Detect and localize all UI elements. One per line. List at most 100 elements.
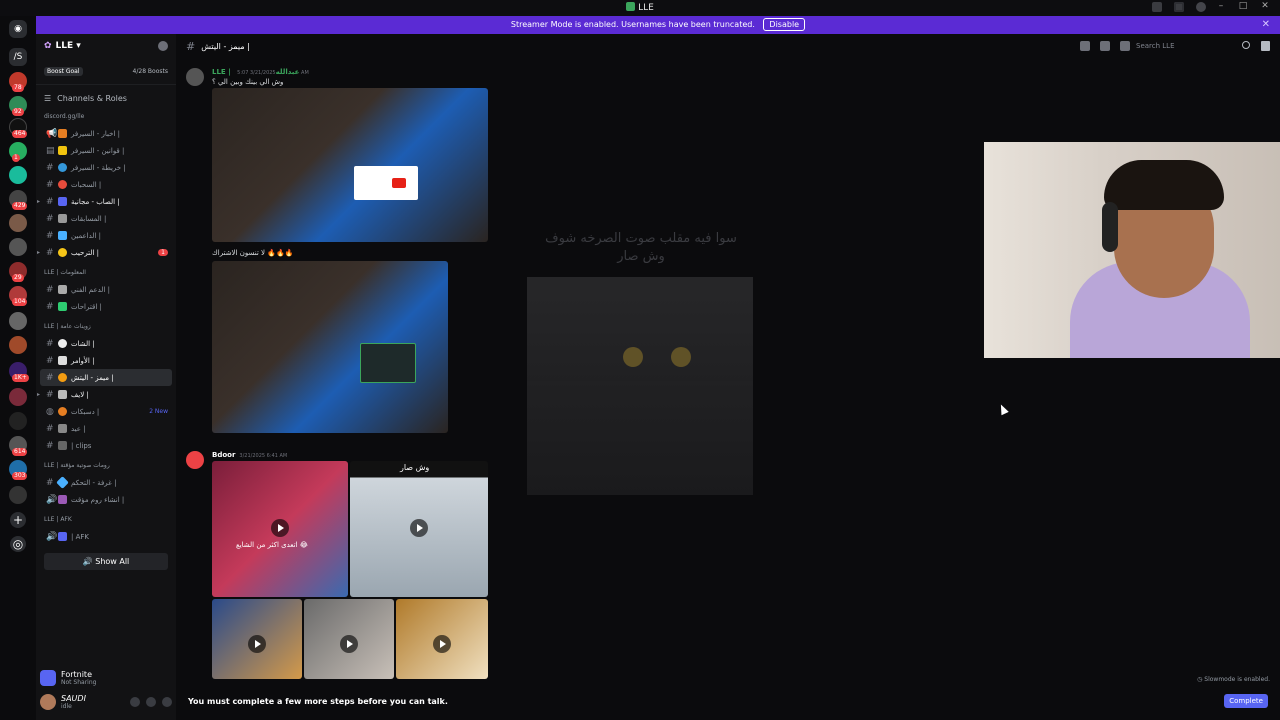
home-button[interactable]: ◉ bbox=[9, 20, 27, 38]
hash-icon: # bbox=[46, 477, 54, 488]
avatar[interactable] bbox=[40, 694, 56, 710]
pin-icon[interactable] bbox=[1120, 41, 1130, 51]
diamond-icon bbox=[58, 231, 67, 240]
category-voice[interactable]: LLE | رومات صوتية مؤقتة bbox=[36, 458, 176, 474]
emoji-icon bbox=[58, 146, 67, 155]
hash-icon: # bbox=[46, 179, 54, 190]
server-icon[interactable] bbox=[9, 166, 27, 184]
gear-icon[interactable] bbox=[162, 697, 172, 707]
activity-name: Fortnite bbox=[61, 670, 92, 679]
message-author[interactable]: Bdoor 3/21/2025 6:41 AM bbox=[212, 451, 287, 459]
server-badge: 29 bbox=[12, 274, 24, 282]
explore-servers-button[interactable]: ◎ bbox=[10, 536, 26, 552]
category-info[interactable]: LLE | المعلومات bbox=[36, 265, 176, 281]
pin-icon[interactable] bbox=[1152, 2, 1162, 12]
threads-icon[interactable] bbox=[1080, 41, 1090, 51]
play-icon[interactable] bbox=[271, 519, 289, 537]
category-afk[interactable]: LLE | AFK bbox=[36, 512, 176, 528]
image-attachment[interactable] bbox=[212, 88, 488, 242]
channel-item[interactable]: 📢 اخبار - السيرفر | bbox=[36, 125, 176, 142]
maximize-button[interactable]: □ bbox=[1232, 1, 1254, 11]
play-icon[interactable] bbox=[248, 635, 266, 653]
channel-item[interactable]: # الشات | bbox=[36, 335, 176, 352]
show-all-button[interactable]: 🔊 Show All bbox=[44, 553, 168, 570]
boost-bar[interactable]: Boost Goal 4/28 Boosts bbox=[44, 64, 168, 78]
server-name[interactable]: ✿ LLE ▾ bbox=[44, 41, 81, 51]
channel-item[interactable]: ▤ قوانين - السيرفر | bbox=[36, 142, 176, 159]
plus-icon bbox=[58, 495, 67, 504]
video-attachment[interactable]: وش صار bbox=[350, 461, 488, 597]
search-input[interactable]: Search LLE bbox=[1132, 39, 1252, 53]
activity-panel[interactable]: Fortnite Not Sharing bbox=[40, 666, 172, 690]
channel-item[interactable]: # الداعمين | bbox=[36, 227, 176, 244]
channel-item[interactable]: # عيد | bbox=[36, 420, 176, 437]
server-icon[interactable] bbox=[9, 388, 27, 406]
window-controls: – □ ✕ bbox=[1210, 1, 1276, 11]
play-icon[interactable] bbox=[340, 635, 358, 653]
subscribe-graphic bbox=[354, 166, 418, 200]
notification-icon[interactable] bbox=[1100, 41, 1110, 51]
channels-roles-item[interactable]: ☰ Channels & Roles bbox=[36, 91, 176, 105]
channel-item[interactable]: ▸ # الصاب - مجانية | bbox=[36, 193, 176, 210]
image-attachment[interactable] bbox=[212, 261, 448, 433]
avatar[interactable] bbox=[186, 451, 204, 469]
channel-item[interactable]: 🔊 انشاء روم مؤقت | bbox=[36, 491, 176, 508]
disable-button[interactable]: Disable bbox=[763, 18, 806, 31]
dm-button[interactable]: /S bbox=[9, 48, 27, 66]
hash-icon: # bbox=[46, 372, 54, 383]
server-icon[interactable] bbox=[9, 336, 27, 354]
help-icon[interactable] bbox=[1196, 2, 1206, 12]
hash-icon: # bbox=[46, 440, 54, 451]
play-icon[interactable] bbox=[433, 635, 451, 653]
channel-item[interactable]: ▸ # لايف | bbox=[36, 386, 176, 403]
category-zone[interactable]: LLE | زوينات عامة bbox=[36, 319, 176, 335]
video-attachment[interactable] bbox=[396, 599, 488, 679]
user-controls bbox=[130, 697, 172, 707]
message-author[interactable]: LLE | عبدالله3/21/2025 5:07 AM bbox=[212, 68, 309, 76]
channel-item[interactable]: # الأوامر | bbox=[36, 352, 176, 369]
channel-item[interactable]: # السحبات | bbox=[36, 176, 176, 193]
server-icon[interactable] bbox=[9, 214, 27, 232]
channel-item[interactable]: # اقتراحات | bbox=[36, 298, 176, 315]
channel-item[interactable]: # المسابقات | bbox=[36, 210, 176, 227]
server-header[interactable]: ✿ LLE ▾ bbox=[36, 34, 176, 58]
server-icon[interactable] bbox=[9, 238, 27, 256]
avatar[interactable] bbox=[186, 68, 204, 86]
channel-item-active[interactable]: # ميمز - اليتش | bbox=[40, 369, 172, 386]
minimize-button[interactable]: – bbox=[1210, 1, 1232, 11]
server-icon[interactable] bbox=[9, 312, 27, 330]
invite-icon[interactable] bbox=[158, 41, 168, 51]
channel-item[interactable]: ◍ دسبكات | 2 New bbox=[36, 403, 176, 420]
emoji-icon bbox=[58, 163, 67, 172]
add-server-button[interactable]: + bbox=[10, 512, 26, 528]
speaker-icon: 🔊 bbox=[46, 494, 58, 505]
inbox-icon[interactable] bbox=[1261, 41, 1270, 51]
screen-icon[interactable] bbox=[1174, 2, 1184, 12]
emoji-icon bbox=[58, 248, 67, 257]
message-text: وش الي بينك وبين الي ؟ bbox=[212, 78, 284, 86]
category-invite[interactable]: discord.gg/lle bbox=[36, 109, 176, 125]
server-icon[interactable] bbox=[9, 412, 27, 430]
channel-item[interactable]: # خريطة - السيرفر | bbox=[36, 159, 176, 176]
play-icon[interactable] bbox=[410, 519, 428, 537]
server-rail: ◉ /S 78 92 464 1 429 29 104 1K+ 614 303 … bbox=[0, 16, 36, 720]
banner-close-icon[interactable]: ✕ bbox=[1262, 16, 1270, 34]
channel-item[interactable]: # | clips bbox=[36, 437, 176, 454]
emoji-icon bbox=[58, 373, 67, 382]
laughing-emoji-icon bbox=[671, 347, 691, 367]
channel-item[interactable]: # غرفة - التحكم | bbox=[36, 474, 176, 491]
server-icon[interactable] bbox=[9, 486, 27, 504]
video-attachment[interactable] bbox=[304, 599, 394, 679]
channel-item[interactable]: 🔊 | AFK bbox=[36, 528, 176, 545]
mouse-cursor-icon bbox=[997, 402, 1009, 416]
complete-button[interactable]: Complete bbox=[1224, 694, 1268, 708]
channel-item[interactable]: # الدعم الفني | bbox=[36, 281, 176, 298]
video-attachment[interactable]: اتعدى اكثر من الشايع 😂 bbox=[212, 461, 348, 597]
headphones-icon[interactable] bbox=[146, 697, 156, 707]
video-attachment[interactable] bbox=[212, 599, 302, 679]
emoji-icon bbox=[58, 390, 67, 399]
channel-item[interactable]: ▸ # الترحيب | 1 bbox=[36, 244, 176, 261]
forum-icon: ◍ bbox=[46, 406, 54, 417]
close-button[interactable]: ✕ bbox=[1254, 1, 1276, 11]
microphone-icon[interactable] bbox=[130, 697, 140, 707]
